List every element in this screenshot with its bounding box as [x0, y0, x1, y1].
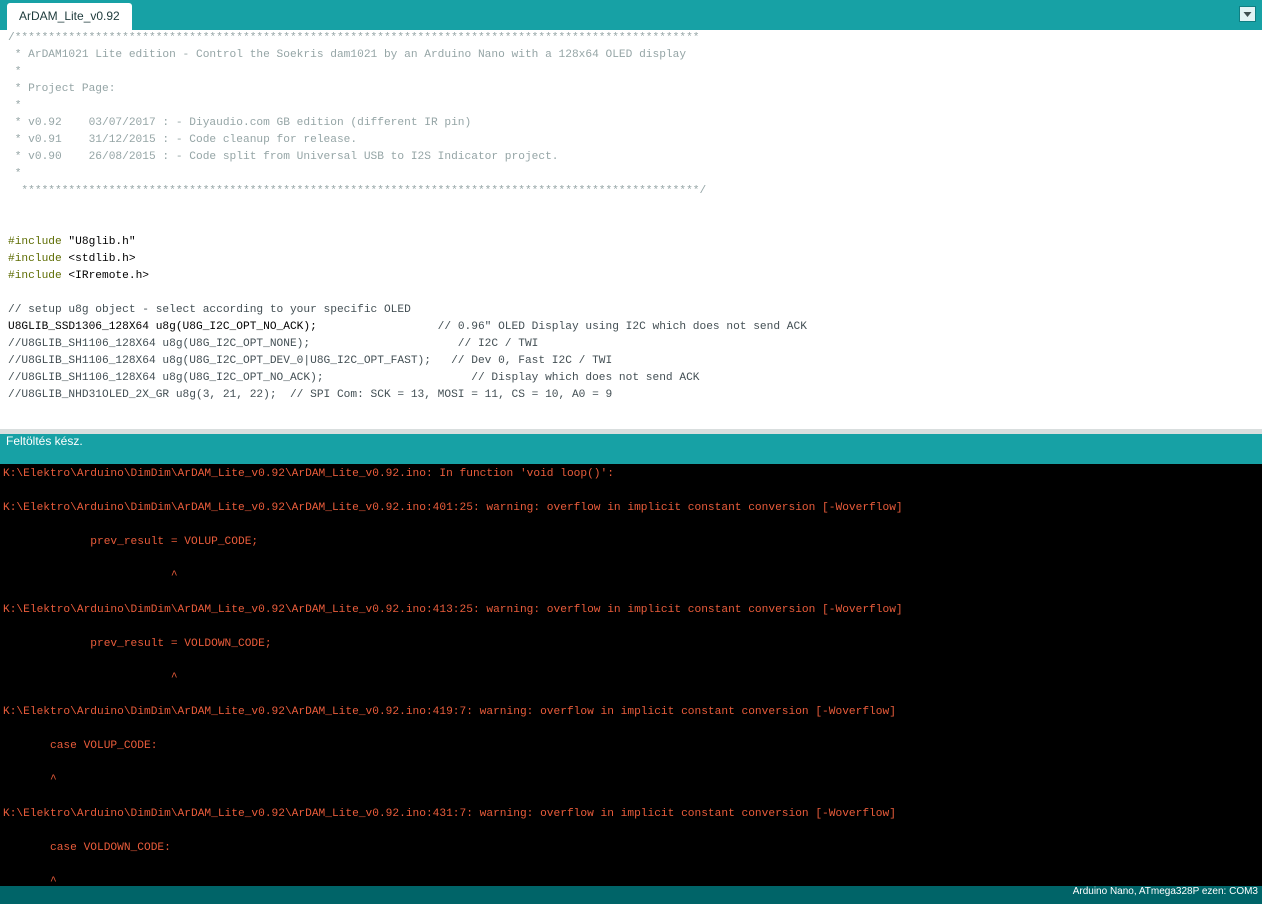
- code-line: //U8GLIB_NHD31OLED_2X_GR u8g(3, 21, 22);…: [8, 389, 613, 401]
- code-line: * ArDAM1021 Lite edition - Control the S…: [8, 49, 687, 61]
- code-line: *: [8, 168, 22, 180]
- constructor-call: U8GLIB_SSD1306_128X64 u8g(U8G_I2C_OPT_NO…: [8, 321, 438, 333]
- console-output[interactable]: K:\Elektro\Arduino\DimDim\ArDAM_Lite_v0.…: [0, 464, 1262, 886]
- code-line: //U8GLIB_SH1106_128X64 u8g(U8G_I2C_OPT_D…: [8, 355, 613, 367]
- include-file: <IRremote.h>: [61, 270, 149, 282]
- code-line: *: [8, 100, 22, 112]
- console-line: prev_result = VOLDOWN_CODE;: [3, 638, 272, 650]
- footer-bar: Arduino Nano, ATmega328P ezen: COM3: [0, 886, 1262, 904]
- board-info: Arduino Nano, ATmega328P ezen: COM3: [1072, 886, 1258, 897]
- tab-menu-button[interactable]: [1239, 6, 1256, 22]
- include-directive: #include: [8, 253, 62, 265]
- include-line: #include "U8glib.h": [8, 236, 136, 253]
- code-line: * Project Page:: [8, 83, 116, 95]
- include-directive: #include: [8, 270, 62, 282]
- include-directive: #include: [8, 236, 62, 248]
- code-line: * v0.91 31/12/2015 : - Code cleanup for …: [8, 134, 358, 146]
- code-line: ****************************************…: [8, 185, 707, 197]
- include-file: <stdlib.h>: [61, 253, 136, 265]
- code-line: /***************************************…: [8, 32, 700, 44]
- console-line: K:\Elektro\Arduino\DimDim\ArDAM_Lite_v0.…: [3, 706, 896, 718]
- file-tab[interactable]: ArDAM_Lite_v0.92: [7, 3, 132, 30]
- triangle-down-icon: [1243, 12, 1252, 17]
- console-line: K:\Elektro\Arduino\DimDim\ArDAM_Lite_v0.…: [3, 808, 896, 820]
- console-line: prev_result = VOLUP_CODE;: [3, 536, 259, 548]
- code-line-active: U8GLIB_SSD1306_128X64 u8g(U8G_I2C_OPT_NO…: [8, 321, 807, 338]
- console-line: K:\Elektro\Arduino\DimDim\ArDAM_Lite_v0.…: [3, 502, 903, 514]
- code-line: // setup u8g object - select according t…: [8, 304, 411, 316]
- console-line: case VOLDOWN_CODE:: [3, 842, 171, 854]
- code-line: //U8GLIB_SH1106_128X64 u8g(U8G_I2C_OPT_N…: [8, 338, 539, 350]
- tab-bar: ArDAM_Lite_v0.92: [0, 0, 1262, 30]
- include-line: #include <IRremote.h>: [8, 270, 149, 287]
- code-line: * v0.92 03/07/2017 : - Diyaudio.com GB e…: [8, 117, 472, 129]
- code-line: * v0.90 26/08/2015 : - Code split from U…: [8, 151, 559, 163]
- code-editor[interactable]: /***************************************…: [0, 30, 1262, 429]
- status-bar: Feltöltés kész.: [0, 434, 1262, 464]
- inline-comment: // 0.96" OLED Display using I2C which do…: [437, 321, 807, 333]
- console-line: K:\Elektro\Arduino\DimDim\ArDAM_Lite_v0.…: [3, 468, 614, 480]
- include-file: "U8glib.h": [61, 236, 136, 248]
- console-line: ^: [3, 570, 178, 582]
- status-message: Feltöltés kész.: [6, 434, 83, 448]
- console-line: ^: [3, 774, 57, 786]
- code-line: *: [8, 66, 22, 78]
- code-line: //U8GLIB_SH1106_128X64 u8g(U8G_I2C_OPT_N…: [8, 372, 700, 384]
- console-line: case VOLUP_CODE:: [3, 740, 158, 752]
- console-line: K:\Elektro\Arduino\DimDim\ArDAM_Lite_v0.…: [3, 604, 903, 616]
- console-line: ^: [3, 876, 57, 886]
- include-line: #include <stdlib.h>: [8, 253, 136, 270]
- console-line: ^: [3, 672, 178, 684]
